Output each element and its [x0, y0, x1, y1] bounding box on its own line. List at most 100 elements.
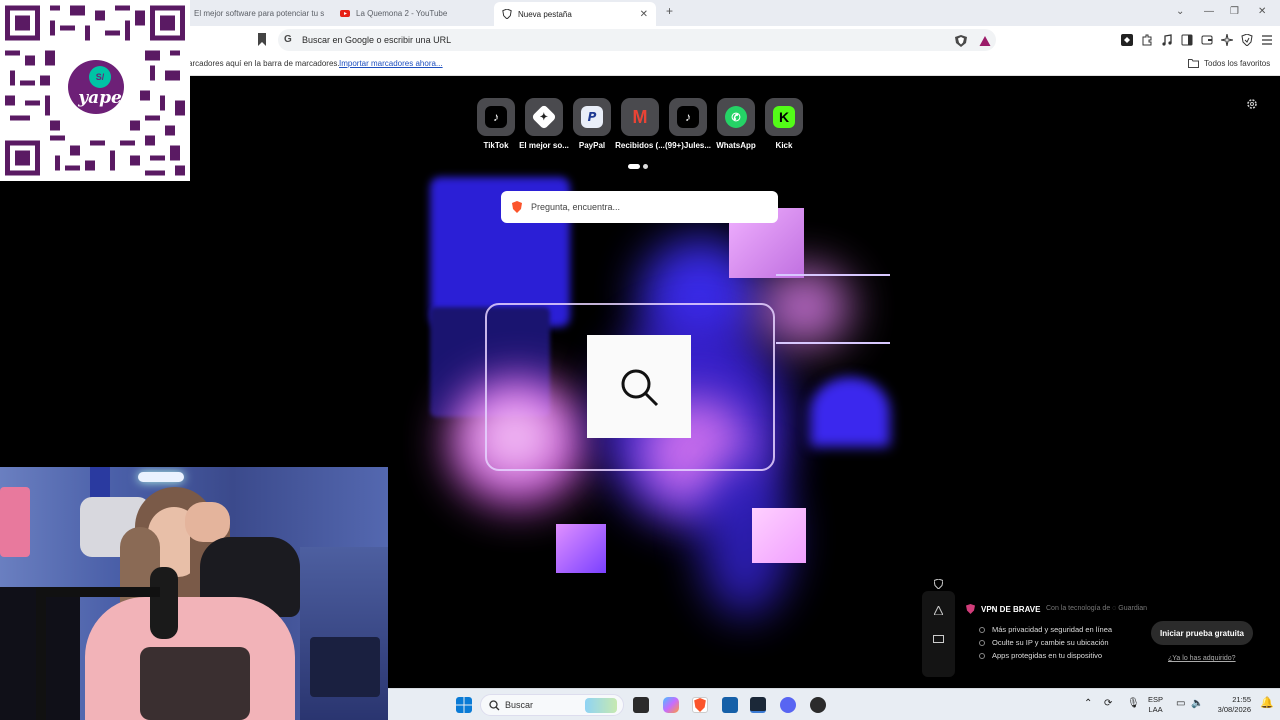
tiktok-icon: ♪	[677, 106, 699, 128]
brave-shield-icon	[502, 9, 512, 19]
vpn-powered-by: Con la tecnología de ◌ Guardian	[1046, 605, 1148, 612]
language-indicator[interactable]: ESP LAA	[1148, 695, 1163, 715]
rewards-widget-icon[interactable]	[934, 606, 943, 615]
clock[interactable]: 21:55 3/08/2026	[1213, 695, 1251, 715]
steam-icon[interactable]	[750, 697, 766, 713]
yape-wordmark: yape	[78, 88, 122, 108]
music-icon[interactable]	[1161, 34, 1173, 46]
magnifier-art-icon	[621, 369, 659, 407]
address-placeholder: Buscar en Google o escribir una URL	[302, 35, 452, 45]
vpn-feature: Más privacidad y seguridad en línea	[979, 625, 1112, 634]
tab-title: La Quemona 2 - YouTube	[356, 8, 448, 18]
menu-icon[interactable]	[1261, 34, 1273, 46]
leo-ai-icon[interactable]	[1221, 34, 1233, 46]
all-favorites-button[interactable]: Todos los favoritos	[1188, 59, 1270, 68]
bookmarks-bar: arcadores aquí en la barra de marcadores…	[0, 54, 1280, 76]
task-view-icon[interactable]	[633, 697, 649, 713]
microphone-icon[interactable]: 🎙	[1127, 699, 1140, 709]
vpn-powered-brand: Guardian	[1118, 605, 1148, 612]
volume-icon[interactable]: 🔈	[1191, 699, 1203, 709]
windows-start-icon[interactable]	[456, 697, 472, 713]
tab-title: Nueva pestaña	[518, 9, 572, 19]
shortcut-kick[interactable]: K Kick	[754, 98, 814, 150]
widget-rail	[922, 579, 955, 677]
wallet-icon[interactable]	[1201, 34, 1213, 46]
tab-bar: El mejor software para potenciar tu s La…	[0, 0, 1280, 26]
network-icon[interactable]: ▭	[1176, 699, 1185, 709]
vpn-title: VPN DE BRAVE	[981, 605, 1041, 614]
yape-logo: S/ yape	[64, 56, 128, 118]
windows-taskbar: Buscar ⌃ ⟳ 🎙 ESP LAA ▭ 🔈 21:55 3/08/2026 …	[388, 688, 1280, 720]
tray-overflow-chevron-icon[interactable]: ⌃	[1084, 699, 1092, 709]
vpn-widget-shield-icon[interactable]	[934, 579, 943, 589]
copilot-icon[interactable]	[663, 697, 679, 713]
search-highlight-image	[585, 698, 617, 713]
close-window-icon[interactable]: ✕	[1258, 6, 1266, 17]
tab-title: El mejor software para potenciar tu s	[194, 8, 325, 18]
tab-software[interactable]: El mejor software para potenciar tu s	[190, 3, 326, 23]
clock-time: 21:55	[1232, 695, 1251, 704]
brave-lion-icon	[512, 201, 522, 213]
brave-taskbar-icon[interactable]	[692, 697, 708, 713]
address-bar[interactable]: G Buscar en Google o escribir una URL	[278, 29, 996, 51]
search-icon	[489, 700, 500, 711]
tab-new-tab[interactable]: Nueva pestaña ✕	[494, 2, 656, 26]
bookmarks-hint: arcadores aquí en la barra de marcadores…	[188, 59, 340, 68]
shortcut-label: Kick	[775, 141, 793, 150]
already-purchased-link[interactable]: ¿Ya lo has adquirido?	[1168, 655, 1236, 662]
check-icon	[979, 626, 985, 633]
vpn-shield-icon[interactable]	[1241, 34, 1253, 46]
import-bookmarks-link[interactable]: Importar marcadores ahora...	[339, 59, 443, 68]
vpn-feature: Oculte su IP y cambie su ubicación	[979, 638, 1109, 647]
clock-date: 3/08/2026	[1217, 705, 1251, 714]
tab-youtube[interactable]: La Quemona 2 - YouTube	[336, 3, 484, 23]
tab-search-chevron-icon[interactable]: ⌄	[1176, 6, 1184, 17]
new-tab-plus-icon[interactable]: +	[666, 4, 673, 18]
gift-icon: ✦	[531, 104, 557, 130]
taskbar-search-label: Buscar	[505, 700, 534, 710]
sidebar-icon[interactable]	[1181, 34, 1193, 46]
vpn-widget: VPN DE BRAVE Con la tecnología de ◌ Guar…	[922, 579, 1280, 688]
search-artwork-tile	[587, 335, 691, 438]
all-favorites-label: Todos los favoritos	[1204, 59, 1271, 68]
folder-icon	[1188, 59, 1199, 68]
sync-icon[interactable]: ⟳	[1104, 699, 1112, 709]
extension-icon[interactable]	[1121, 34, 1133, 46]
pager-dot[interactable]	[643, 164, 648, 169]
bookmark-icon[interactable]	[257, 33, 267, 46]
vpn-logo-icon	[966, 604, 975, 614]
taskbar-search[interactable]: Buscar	[480, 694, 624, 716]
brave-shields-icon[interactable]	[955, 35, 967, 47]
discord-icon[interactable]	[780, 697, 796, 713]
whatsapp-icon: ✆	[725, 106, 747, 128]
yape-qr-overlay: S/ yape	[0, 0, 190, 181]
puzzle-extensions-icon[interactable]	[1141, 34, 1153, 46]
store-icon[interactable]	[722, 697, 738, 713]
check-icon	[979, 652, 985, 659]
start-trial-button[interactable]: Iniciar prueba gratuita	[1151, 621, 1253, 645]
vpn-feature: Apps protegidas en tu dispositivo	[979, 651, 1102, 660]
yape-coin-icon: S/	[89, 66, 111, 88]
shortcut-pager	[628, 164, 648, 169]
settings-gear-icon[interactable]	[1246, 98, 1258, 110]
tiktok-icon: ♪	[485, 106, 507, 128]
notifications-icon[interactable]: 🔔	[1260, 698, 1274, 709]
restore-icon[interactable]: ❐	[1230, 6, 1239, 17]
search-box[interactable]: Pregunta, encuentra...	[501, 191, 778, 223]
toolbar: G Buscar en Google o escribir una URL	[0, 26, 1280, 54]
gmail-icon: M	[632, 106, 648, 127]
brave-rewards-icon[interactable]	[979, 35, 991, 47]
kick-icon: K	[773, 106, 795, 128]
obs-icon[interactable]	[810, 697, 826, 713]
google-icon: G	[284, 34, 292, 45]
pager-dot-active[interactable]	[628, 164, 640, 169]
webcam-overlay	[0, 467, 388, 720]
youtube-icon	[340, 10, 350, 17]
paypal-icon: P	[581, 106, 603, 128]
close-tab-icon[interactable]: ✕	[640, 9, 648, 20]
minimize-icon[interactable]: —	[1204, 6, 1214, 17]
news-widget-icon[interactable]	[933, 635, 944, 643]
search-placeholder: Pregunta, encuentra...	[531, 202, 621, 212]
check-icon	[979, 639, 985, 646]
screen: El mejor software para potenciar tu s La…	[0, 0, 1280, 720]
